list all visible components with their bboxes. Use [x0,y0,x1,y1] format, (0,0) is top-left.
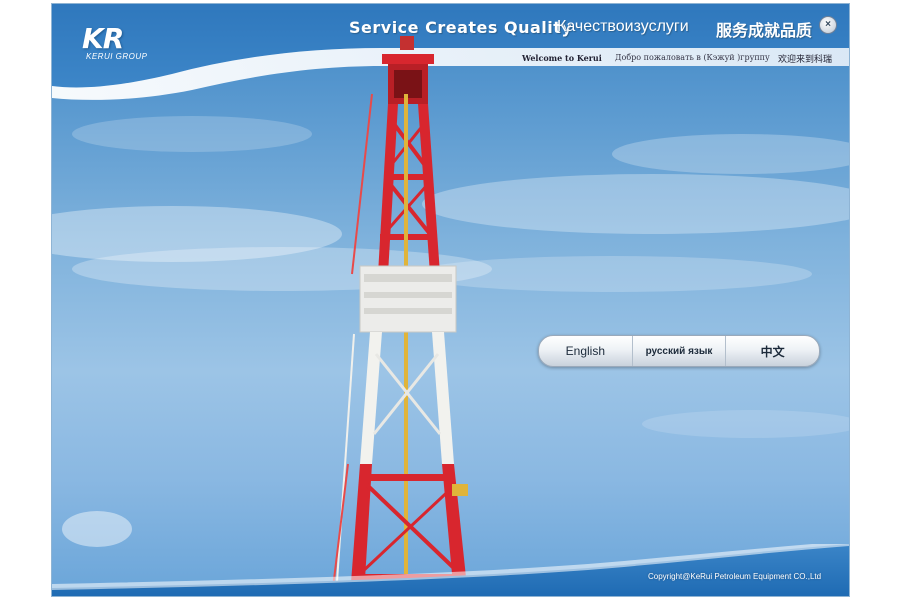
slogan-russian: Качествоизуслуги [557,18,689,35]
copyright-text: Copyright@KeRui Petroleum Equipment CO.,… [648,572,822,581]
close-icon: × [825,19,831,30]
welcome-chinese: 欢迎来到科瑞 [778,54,833,64]
kerui-logo: KR KERUI GROUP [82,22,192,64]
logo-mark: KR [82,22,124,55]
logo-subtitle: KERUI GROUP [86,52,148,61]
close-button[interactable]: × [819,16,837,34]
slogan-chinese: 服务成就品质 [716,21,813,40]
language-selector: English русский язык 中文 [538,335,820,367]
welcome-english: Welcome to Kerui [522,53,602,63]
app-window: KR KERUI GROUP Service Creates Quality К… [51,3,850,597]
welcome-russian: Добро пожаловать в (Кэжуй )группу [615,53,770,62]
language-english-button[interactable]: English [539,336,633,366]
footer-band [52,544,849,596]
language-russian-button[interactable]: русский язык [633,336,727,366]
drilling-rig-image [331,36,468,596]
language-chinese-button[interactable]: 中文 [726,336,819,366]
